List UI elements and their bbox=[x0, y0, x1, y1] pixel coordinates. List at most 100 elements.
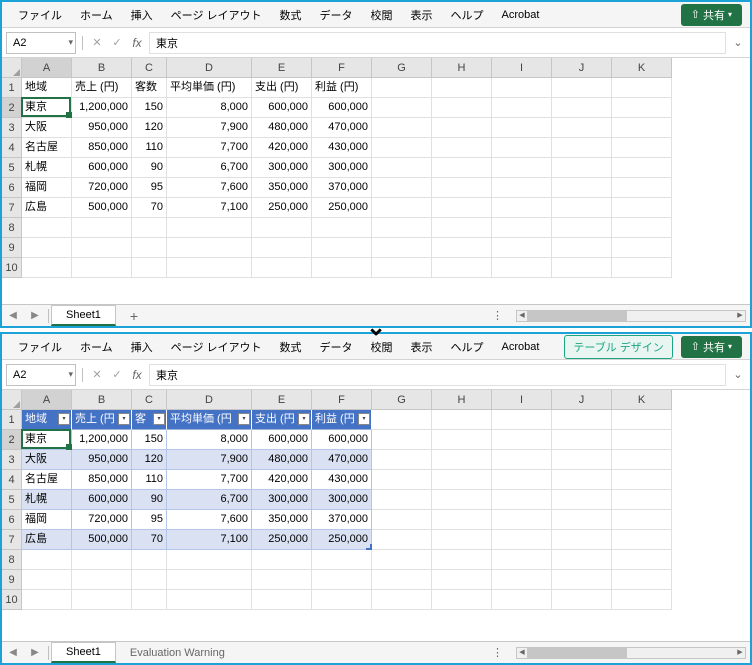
filter-dropdown-icon[interactable]: ▾ bbox=[298, 413, 310, 425]
cell[interactable]: 120 bbox=[132, 118, 167, 138]
select-all-corner[interactable] bbox=[2, 390, 22, 410]
tab-data[interactable]: データ bbox=[312, 3, 361, 27]
sheet-tab-warning[interactable]: Evaluation Warning bbox=[116, 644, 239, 662]
cell[interactable]: 600,000 bbox=[72, 158, 132, 178]
cancel-icon[interactable]: ✕ bbox=[89, 35, 105, 51]
cell[interactable]: 広島 bbox=[22, 530, 72, 550]
row-header[interactable]: 5 bbox=[2, 490, 21, 510]
cell[interactable]: 600,000 bbox=[252, 430, 312, 450]
nav-prev-icon[interactable]: ◀ bbox=[2, 310, 24, 321]
table-resize-handle[interactable] bbox=[366, 544, 372, 550]
share-button[interactable]: ⇧共有▾ bbox=[681, 336, 742, 358]
cell[interactable]: 600,000 bbox=[72, 490, 132, 510]
col-header[interactable]: B bbox=[72, 58, 132, 77]
col-header[interactable]: I bbox=[492, 390, 552, 409]
tab-help[interactable]: ヘルプ bbox=[443, 335, 492, 359]
cell[interactable]: 7,600 bbox=[167, 178, 252, 198]
cell[interactable]: 東京 bbox=[22, 430, 72, 450]
cell[interactable]: 利益 (円) bbox=[312, 78, 372, 98]
row-header[interactable]: 3 bbox=[2, 450, 21, 470]
cell[interactable]: 300,000 bbox=[312, 490, 372, 510]
cell[interactable]: 支出 (円) bbox=[252, 78, 312, 98]
col-header[interactable]: J bbox=[552, 390, 612, 409]
expand-icon[interactable]: ⌄ bbox=[730, 368, 746, 381]
row-header[interactable]: 4 bbox=[2, 138, 21, 158]
cell[interactable]: 売上 (円) bbox=[72, 78, 132, 98]
tab-formulas[interactable]: 数式 bbox=[272, 335, 310, 359]
more-icon[interactable]: ⋮ bbox=[484, 646, 512, 659]
col-header[interactable]: A bbox=[22, 58, 72, 77]
name-box[interactable]: A2▾ bbox=[6, 32, 76, 54]
row-header[interactable]: 1 bbox=[2, 410, 21, 430]
cell[interactable]: 250,000 bbox=[252, 530, 312, 550]
fx-icon[interactable]: fx bbox=[129, 367, 145, 383]
cell[interactable]: 名古屋 bbox=[22, 470, 72, 490]
row-header[interactable]: 2 bbox=[2, 98, 21, 118]
cell[interactable]: 福岡 bbox=[22, 510, 72, 530]
horizontal-scrollbar[interactable]: ◀ ▶ bbox=[516, 310, 746, 322]
row-header[interactable]: 6 bbox=[2, 178, 21, 198]
cell[interactable]: 950,000 bbox=[72, 450, 132, 470]
formula-input[interactable]: 東京 bbox=[149, 32, 726, 54]
row-header[interactable]: 9 bbox=[2, 238, 21, 258]
col-header[interactable]: C bbox=[132, 58, 167, 77]
cell[interactable]: 110 bbox=[132, 470, 167, 490]
filter-dropdown-icon[interactable]: ▾ bbox=[153, 413, 165, 425]
col-header[interactable]: F bbox=[312, 390, 372, 409]
cell[interactable]: 大阪 bbox=[22, 450, 72, 470]
confirm-icon[interactable]: ✓ bbox=[109, 367, 125, 383]
cell[interactable]: 6,700 bbox=[167, 158, 252, 178]
col-header[interactable]: G bbox=[372, 390, 432, 409]
chevron-down-icon[interactable]: ▾ bbox=[68, 37, 73, 48]
cell[interactable]: 470,000 bbox=[312, 450, 372, 470]
cell[interactable]: 250,000 bbox=[252, 198, 312, 218]
row-header[interactable]: 7 bbox=[2, 530, 21, 550]
cell[interactable]: 福岡 bbox=[22, 178, 72, 198]
row-header[interactable]: 9 bbox=[2, 570, 21, 590]
row-header[interactable]: 5 bbox=[2, 158, 21, 178]
tab-layout[interactable]: ページ レイアウト bbox=[163, 3, 270, 27]
cell[interactable]: 500,000 bbox=[72, 530, 132, 550]
col-header[interactable]: D bbox=[167, 58, 252, 77]
cell[interactable]: 7,700 bbox=[167, 138, 252, 158]
cell[interactable]: 8,000 bbox=[167, 98, 252, 118]
nav-next-icon[interactable]: ▶ bbox=[24, 647, 46, 658]
cell[interactable]: 札幌 bbox=[22, 158, 72, 178]
col-header[interactable]: H bbox=[432, 390, 492, 409]
expand-icon[interactable]: ⌄ bbox=[730, 36, 746, 49]
tab-formulas[interactable]: 数式 bbox=[272, 3, 310, 27]
cancel-icon[interactable]: ✕ bbox=[89, 367, 105, 383]
cell[interactable]: 500,000 bbox=[72, 198, 132, 218]
col-header[interactable]: J bbox=[552, 58, 612, 77]
row-header[interactable]: 8 bbox=[2, 550, 21, 570]
col-header[interactable]: A bbox=[22, 390, 72, 409]
cell[interactable]: 950,000 bbox=[72, 118, 132, 138]
col-header[interactable]: D bbox=[167, 390, 252, 409]
sheet-tab[interactable]: Sheet1 bbox=[51, 305, 116, 326]
table-header[interactable]: 客▾ bbox=[132, 410, 167, 430]
tab-table-design[interactable]: テーブル デザイン bbox=[564, 335, 672, 359]
row-header[interactable]: 10 bbox=[2, 258, 21, 278]
cell[interactable]: 名古屋 bbox=[22, 138, 72, 158]
cell[interactable]: 300,000 bbox=[312, 158, 372, 178]
row-header[interactable]: 8 bbox=[2, 218, 21, 238]
cell[interactable]: 350,000 bbox=[252, 510, 312, 530]
cell[interactable]: 300,000 bbox=[252, 158, 312, 178]
cell[interactable]: 120 bbox=[132, 450, 167, 470]
chevron-down-icon[interactable]: ▾ bbox=[68, 369, 73, 380]
cell[interactable]: 平均単価 (円) bbox=[167, 78, 252, 98]
share-button[interactable]: ⇧共有▾ bbox=[681, 4, 742, 26]
col-header[interactable]: I bbox=[492, 58, 552, 77]
cell[interactable]: 250,000 bbox=[312, 530, 372, 550]
col-header[interactable]: G bbox=[372, 58, 432, 77]
cell[interactable]: 150 bbox=[132, 98, 167, 118]
cell[interactable]: 370,000 bbox=[312, 510, 372, 530]
name-box[interactable]: A2▾ bbox=[6, 364, 76, 386]
horizontal-scrollbar[interactable]: ◀ ▶ bbox=[516, 647, 746, 659]
tab-home[interactable]: ホーム bbox=[72, 3, 121, 27]
cell[interactable]: 7,900 bbox=[167, 118, 252, 138]
cell[interactable]: 250,000 bbox=[312, 198, 372, 218]
sheet-tab[interactable]: Sheet1 bbox=[51, 642, 116, 663]
cell[interactable]: 大阪 bbox=[22, 118, 72, 138]
select-all-corner[interactable] bbox=[2, 58, 22, 78]
